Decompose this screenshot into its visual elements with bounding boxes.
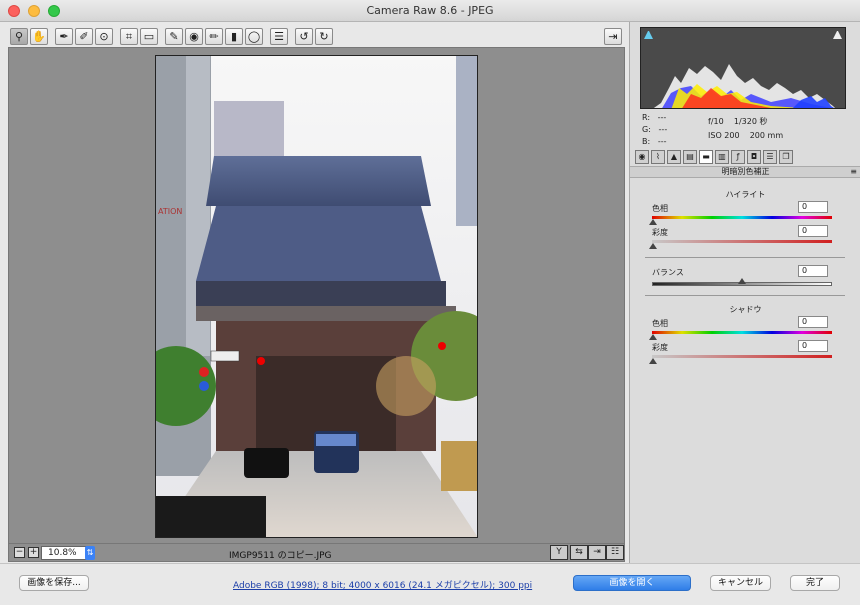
toggle-view-icon[interactable]: ☷ — [606, 545, 624, 560]
hand-tool-icon[interactable]: ✋ — [30, 28, 48, 45]
filename-label: IMGP9511 のコピー.JPG — [229, 551, 332, 561]
detail-tab-icon[interactable]: ▲ — [667, 150, 681, 164]
g-value: --- — [658, 125, 668, 134]
highlights-hue-thumb[interactable] — [649, 219, 657, 225]
swap-settings-icon[interactable]: ⇆ — [570, 545, 588, 560]
photo-image: ATION — [156, 56, 477, 537]
svg-text:ATION: ATION — [158, 207, 182, 216]
balance-thumb[interactable] — [738, 278, 746, 284]
copy-settings-icon[interactable]: ⇥ — [588, 545, 606, 560]
shadows-sat-thumb[interactable] — [649, 358, 657, 364]
b-value: --- — [657, 137, 667, 146]
preview-status-bar: − + 10.8% ⇅ IMGP9511 のコピー.JPG Y ⇆ ⇥ ☷ — [8, 544, 625, 562]
lens-corrections-tab-icon[interactable]: ▥ — [715, 150, 729, 164]
zoom-dropdown-icon[interactable]: ⇅ — [85, 546, 95, 560]
split-toning-tab-icon[interactable]: ▬ — [699, 150, 713, 164]
panel-header: 明暗別色補正 ≡ — [630, 166, 860, 178]
image-preview-area[interactable]: ATION — [8, 47, 625, 544]
divider — [645, 295, 845, 296]
target-adjustment-tool-icon[interactable]: ⊙ — [95, 28, 113, 45]
iso-value: ISO 200 — [708, 131, 740, 140]
rotate-right-icon[interactable]: ↻ — [315, 28, 333, 45]
highlights-sat-label: 彩度 — [652, 228, 668, 237]
effects-tab-icon[interactable]: ƒ — [731, 150, 745, 164]
camera-calibration-tab-icon[interactable]: ◘ — [747, 150, 761, 164]
highlights-hue-label: 色相 — [652, 204, 668, 213]
shadows-hue-thumb[interactable] — [649, 334, 657, 340]
shadows-hue-slider[interactable] — [652, 331, 832, 334]
panel-title: 明暗別色補正 — [721, 167, 770, 176]
adjustments-panel: R: --- G: --- B: --- f/10 1/320 秒 ISO 20… — [629, 22, 860, 563]
presets-tab-icon[interactable]: ☰ — [763, 150, 777, 164]
histogram — [640, 27, 846, 109]
r-value: --- — [657, 113, 667, 122]
focal-length-value: 200 mm — [749, 131, 784, 140]
highlights-sat-field[interactable]: 0 — [798, 225, 828, 237]
title-bar: Camera Raw 8.6 - JPEG — [0, 0, 860, 22]
highlight-clipping-warning-icon[interactable] — [833, 31, 842, 39]
done-button[interactable]: 完了 — [790, 575, 840, 591]
highlights-hue-field[interactable]: 0 — [798, 201, 828, 213]
rotate-left-icon[interactable]: ↺ — [295, 28, 313, 45]
shadows-sat-label: 彩度 — [652, 343, 668, 352]
rgb-readout: R: --- G: --- B: --- — [642, 112, 667, 148]
shadows-hue-field[interactable]: 0 — [798, 316, 828, 328]
workflow-options-link[interactable]: Adobe RGB (1998); 8 bit; 4000 x 6016 (24… — [233, 578, 532, 591]
shadows-hue-label: 色相 — [652, 319, 668, 328]
shadows-sat-slider[interactable] — [652, 355, 832, 358]
snapshots-tab-icon[interactable]: ❐ — [779, 150, 793, 164]
red-eye-tool-icon[interactable]: ◉ — [185, 28, 203, 45]
crop-tool-icon[interactable]: ⌗ — [120, 28, 138, 45]
color-sampler-tool-icon[interactable]: ✐ — [75, 28, 93, 45]
cancel-button[interactable]: キャンセル — [710, 575, 771, 591]
divider — [645, 257, 845, 258]
bottom-bar: 画像を保存... Adobe RGB (1998); 8 bit; 4000 x… — [0, 563, 860, 605]
preferences-icon[interactable]: ☰ — [270, 28, 288, 45]
graduated-filter-tool-icon[interactable]: ▮ — [225, 28, 243, 45]
camera-raw-window: Camera Raw 8.6 - JPEG ⚲ ✋ ✒ ✐ ⊙ ⌗ ▭ ✎ ◉ … — [0, 0, 860, 605]
shadows-heading: シャドウ — [729, 305, 762, 314]
window-title: Camera Raw 8.6 - JPEG — [366, 4, 494, 17]
b-label: B: — [642, 137, 651, 146]
balance-label: バランス — [652, 268, 684, 277]
g-label: G: — [642, 125, 651, 134]
balance-field[interactable]: 0 — [798, 265, 828, 277]
white-balance-tool-icon[interactable]: ✒ — [55, 28, 73, 45]
spot-removal-tool-icon[interactable]: ✎ — [165, 28, 183, 45]
hsl-tab-icon[interactable]: ▤ — [683, 150, 697, 164]
fullscreen-toggle-icon[interactable]: ⇥ — [604, 28, 622, 45]
radial-filter-tool-icon[interactable]: ◯ — [245, 28, 263, 45]
zoom-out-icon[interactable]: − — [14, 547, 25, 558]
highlights-hue-slider[interactable] — [652, 216, 832, 219]
zoom-in-icon[interactable]: + — [28, 547, 39, 558]
save-image-button[interactable]: 画像を保存... — [19, 575, 89, 591]
aperture-value: f/10 — [708, 117, 724, 126]
adjustment-brush-tool-icon[interactable]: ✏ — [205, 28, 223, 45]
straighten-tool-icon[interactable]: ▭ — [140, 28, 158, 45]
basic-tab-icon[interactable]: ◉ — [635, 150, 649, 164]
panel-menu-icon[interactable]: ≡ — [850, 167, 857, 177]
shadow-clipping-warning-icon[interactable] — [644, 31, 653, 39]
shutter-value: 1/320 秒 — [733, 117, 768, 126]
tone-curve-tab-icon[interactable]: ⌇ — [651, 150, 665, 164]
shadows-sat-field[interactable]: 0 — [798, 340, 828, 352]
photo-preview: ATION — [155, 55, 478, 538]
panel-tabs: ◉ ⌇ ▲ ▤ ▬ ▥ ƒ ◘ ☰ ❐ — [633, 150, 858, 166]
r-label: R: — [642, 113, 651, 122]
before-after-view-icon[interactable]: Y — [550, 545, 568, 560]
zoom-tool-icon[interactable]: ⚲ — [10, 28, 28, 45]
open-image-button[interactable]: 画像を開く — [573, 575, 691, 591]
highlights-sat-slider[interactable] — [652, 240, 832, 243]
highlights-heading: ハイライト — [725, 190, 766, 199]
toolbar: ⚲ ✋ ✒ ✐ ⊙ ⌗ ▭ ✎ ◉ ✏ ▮ ◯ ☰ ↺ ↻ — [8, 26, 624, 46]
highlights-sat-thumb[interactable] — [649, 243, 657, 249]
camera-info: f/10 1/320 秒 ISO 200 200 mm — [708, 115, 783, 143]
